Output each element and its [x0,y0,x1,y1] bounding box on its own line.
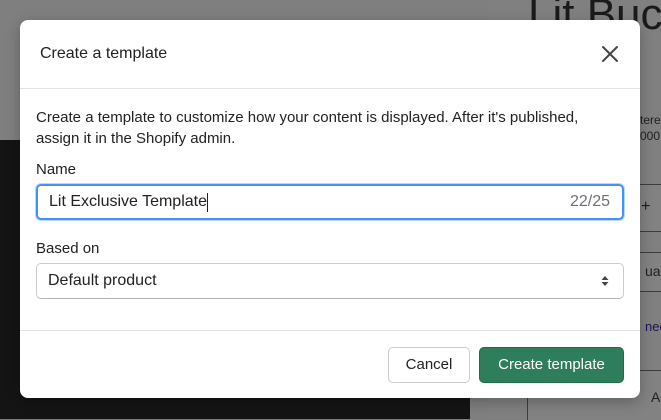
close-button[interactable] [596,40,624,68]
modal-title: Create a template [40,45,168,62]
create-template-modal: Create a template Create a template to c… [20,20,640,398]
plus-icon: + [641,198,651,215]
based-on-select[interactable]: Default product [36,263,624,299]
close-icon [602,46,618,62]
create-template-button[interactable]: Create template [479,346,624,383]
based-on-label: Based on [36,240,100,257]
name-input-value: Lit Exclusive Template [49,193,207,210]
partial-text: tere [640,113,661,127]
partial-link: ned [645,319,661,334]
based-on-selected-value: Default product [48,272,157,289]
modal-header: Create a template [20,20,640,89]
modal-description: Create a template to customize how your … [36,109,579,147]
text-caret [207,192,208,212]
cancel-button[interactable]: Cancel [388,346,470,383]
name-field[interactable]: Lit Exclusive Template 22/25 [36,184,624,220]
partial-bottom-text: A [651,389,661,405]
modal-footer: Cancel Create template [20,330,640,398]
name-input[interactable]: Lit Exclusive Template [38,187,570,217]
partial-price: 000 [640,129,661,143]
modal-body: Create a template to customize how your … [20,89,640,299]
partial-label: ua [645,263,661,279]
name-label: Name [36,161,77,178]
select-arrows-icon [600,274,623,288]
character-count: 22/25 [569,193,610,210]
